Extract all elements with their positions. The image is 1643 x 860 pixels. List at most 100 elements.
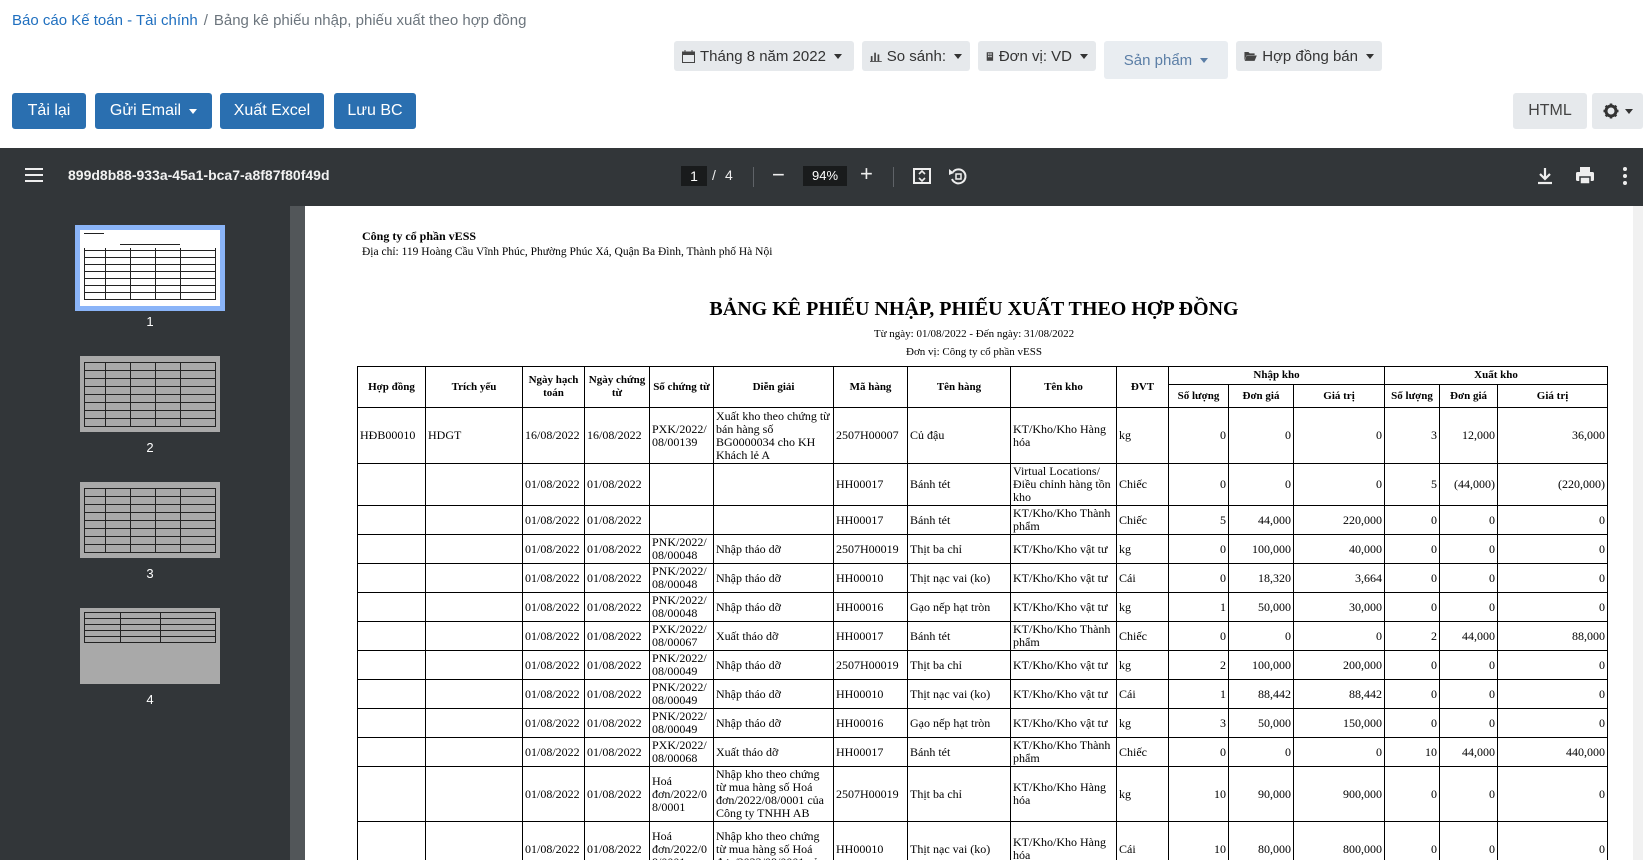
send-email-button[interactable]: Gửi Email (95, 93, 212, 129)
table-cell: 0 (1292, 621, 1386, 651)
table-cell: 44,000 (1439, 621, 1499, 651)
table-cell: 01/08/2022 (584, 821, 650, 860)
page-thumbnail[interactable] (80, 482, 220, 558)
table-cell (425, 592, 523, 622)
table-cell: 2507H00007 (833, 407, 908, 464)
table-cell: 0 (1168, 463, 1229, 506)
breadcrumb-separator: / (203, 12, 208, 29)
product-label: Sản phẩm (1123, 51, 1193, 69)
table-cell: 3,664 (1292, 563, 1386, 593)
page-thumbnail[interactable] (80, 608, 220, 684)
table-cell: 01/08/2022 (522, 708, 585, 738)
table-cell: 0 (1292, 737, 1386, 767)
save-report-button[interactable]: Lưu BC (334, 93, 416, 129)
export-excel-button[interactable]: Xuất Excel (220, 93, 324, 129)
breadcrumb-link-accounting-reports[interactable]: Báo cáo Kế toán - Tài chính (12, 12, 198, 29)
table-cell: 88,442 (1292, 679, 1386, 709)
table-cell: 5 (1384, 463, 1441, 506)
table-cell (425, 737, 523, 767)
column-header: Trích yếu (425, 366, 523, 408)
page-thumbnail[interactable] (80, 356, 220, 432)
contract-dropdown[interactable]: Hợp đồng bán (1236, 41, 1382, 71)
pdf-scrollbar[interactable] (1633, 206, 1643, 860)
column-header: Ngày hạch toán (522, 366, 585, 408)
table-cell (357, 679, 426, 709)
table-cell: PNK/2022/08/00049 (649, 708, 714, 738)
table-cell: 88,000 (1497, 621, 1609, 651)
table-cell: Bánh tét (907, 737, 1011, 767)
table-row: 01/08/2022 01/08/2022 PNK/2022/08/00049 Nhậ… (357, 708, 1609, 738)
menu-icon[interactable] (25, 168, 43, 182)
column-header: Số lượng (1384, 384, 1441, 408)
page-number-input[interactable]: 1 (681, 166, 707, 186)
table-cell: 0 (1497, 534, 1609, 564)
more-options-icon[interactable] (1613, 164, 1637, 188)
table-cell: Hoá đơn/2022/08/0001 (649, 821, 714, 860)
page-thumbnail[interactable] (75, 225, 225, 311)
table-cell (425, 766, 523, 822)
table-cell: KT/Kho/Kho vật tư (1010, 650, 1117, 680)
table-cell: HH00010 (833, 679, 908, 709)
table-cell: 0 (1497, 766, 1609, 822)
table-cell: kg (1116, 534, 1169, 564)
table-cell: 1 (1168, 592, 1229, 622)
table-cell: 0 (1439, 650, 1499, 680)
period-dropdown[interactable]: Tháng 8 năm 2022 (674, 41, 854, 71)
table-cell: 0 (1228, 407, 1294, 464)
table-cell: 0 (1168, 563, 1229, 593)
table-cell: 40,000 (1292, 534, 1386, 564)
table-cell: 50,000 (1228, 708, 1294, 738)
table-cell: Thịt nạc vai (ko) (907, 563, 1011, 593)
thumbnail-sidebar: 1 2 3 4 (0, 206, 290, 860)
zoom-in-button[interactable]: + (860, 161, 873, 187)
table-cell: 0 (1292, 407, 1386, 464)
table-cell: PXK/2022/08/00068 (649, 737, 714, 767)
unit-dropdown[interactable]: Đơn vị: VD (978, 41, 1096, 71)
table-cell: (44,000) (1439, 463, 1499, 506)
table-cell: 0 (1439, 534, 1499, 564)
table-cell: 01/08/2022 (584, 592, 650, 622)
compare-dropdown[interactable]: So sánh: (862, 41, 970, 71)
table-cell: 2507H00019 (833, 534, 908, 564)
download-icon[interactable] (1533, 164, 1557, 188)
table-cell: 16/08/2022 (522, 407, 585, 464)
contract-label: Hợp đồng bán (1262, 47, 1358, 65)
table-cell: 80,000 (1228, 821, 1294, 860)
table-cell: 01/08/2022 (522, 766, 585, 822)
table-cell: 0 (1439, 505, 1499, 535)
table-cell: 10 (1168, 766, 1229, 822)
table-cell: 0 (1384, 592, 1441, 622)
table-cell: 0 (1168, 407, 1229, 464)
settings-dropdown[interactable] (1592, 93, 1643, 129)
building-icon (986, 51, 994, 61)
rotate-icon[interactable] (946, 164, 970, 188)
table-cell: Nhập kho theo chứng từ mua hàng số Hoá đ… (713, 766, 834, 822)
table-cell: PNK/2022/08/00048 (649, 592, 714, 622)
product-dropdown[interactable]: Sản phẩm (1104, 41, 1228, 79)
total-pages: 4 (725, 167, 733, 183)
zoom-out-button[interactable]: − (772, 162, 785, 188)
fit-page-icon[interactable] (910, 164, 934, 188)
print-icon[interactable] (1573, 164, 1597, 188)
table-cell: Bánh tét (907, 621, 1011, 651)
reload-button[interactable]: Tải lại (12, 93, 86, 129)
table-cell: Cái (1116, 563, 1169, 593)
report-table: Hợp đồng Trích yếu Ngày hạch toán Ngày c… (357, 366, 1609, 860)
table-cell: Nhập tháo dỡ (713, 679, 834, 709)
table-row: 01/08/202201/08/2022Hoá đơn/2022/08/0001… (357, 821, 1609, 860)
column-header: Số chứng từ (649, 366, 714, 408)
table-cell: 0 (1439, 821, 1499, 860)
thumbnail-label: 4 (146, 692, 154, 707)
table-cell: 01/08/2022 (522, 534, 585, 564)
table-cell: 0 (1439, 679, 1499, 709)
table-cell: 01/08/2022 (584, 463, 650, 506)
pdf-toolbar: 899d8b88-933a-45a1-bca7-a8f87f80f49d 1 /… (0, 148, 1643, 206)
report-table-body: HĐB00010 HDGT 16/08/2022 16/08/2022 PXK/2022… (357, 407, 1609, 860)
table-cell: 0 (1168, 534, 1229, 564)
table-cell: Thịt ba chỉ (907, 650, 1011, 680)
zoom-level-input[interactable]: 94% (803, 166, 847, 186)
table-cell: 150,000 (1292, 708, 1386, 738)
table-cell: 88,442 (1228, 679, 1294, 709)
html-view-button[interactable]: HTML (1513, 93, 1587, 129)
table-cell (425, 821, 523, 860)
